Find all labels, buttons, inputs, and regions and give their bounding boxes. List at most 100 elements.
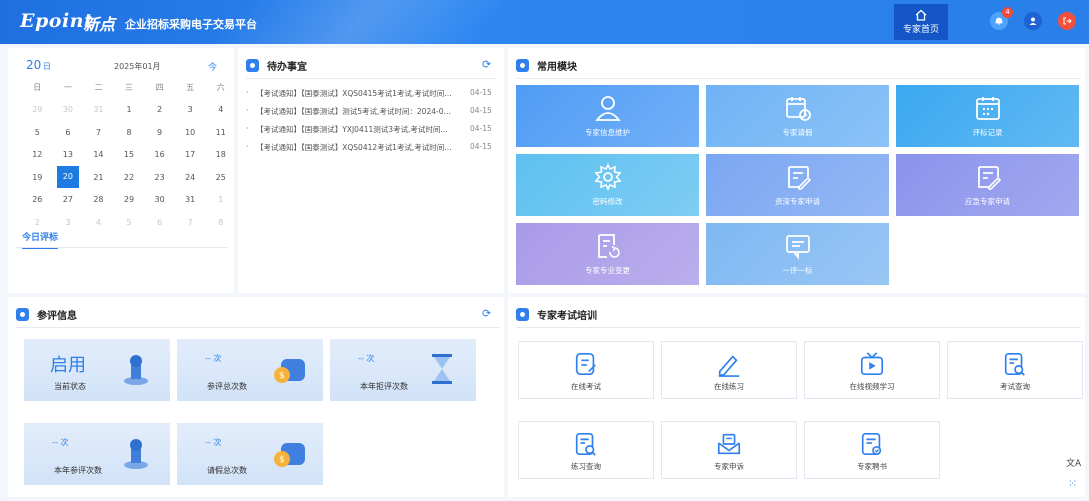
- training-card[interactable]: 在线视频学习: [804, 341, 940, 399]
- calendar-day[interactable]: 28: [83, 195, 114, 204]
- calendar-day[interactable]: 30: [53, 105, 84, 114]
- calendar-day[interactable]: 16: [144, 150, 175, 159]
- todo-item-date: 04-15: [470, 88, 492, 97]
- todo-title: 待办事宜: [267, 62, 307, 73]
- calendar-day[interactable]: 1: [114, 105, 145, 114]
- training-card-label: 在线练习: [714, 382, 744, 391]
- calendar-day[interactable]: 9: [144, 128, 175, 137]
- module-tile[interactable]: 专家请假: [706, 85, 889, 147]
- calendar-day[interactable]: 5: [114, 218, 145, 227]
- calendar-day[interactable]: 3: [53, 218, 84, 227]
- calendar-day[interactable]: 21: [83, 173, 114, 182]
- calendar-day[interactable]: 3: [175, 105, 206, 114]
- training-card-label: 在线考试: [571, 382, 601, 391]
- panel-icon: [516, 59, 529, 72]
- calendar-day[interactable]: 31: [175, 195, 206, 204]
- calendar-day[interactable]: 1: [205, 195, 236, 204]
- calendar-day[interactable]: 6: [53, 128, 84, 137]
- calendar-day[interactable]: 29: [114, 195, 145, 204]
- training-card[interactable]: 在线考试: [518, 341, 654, 399]
- review-stat-card[interactable]: -- 次本年拒评次数: [330, 339, 476, 401]
- notification-badge: 4: [1002, 7, 1013, 18]
- weekday-label: 二: [94, 82, 103, 92]
- training-card[interactable]: 专家聘书: [804, 421, 940, 479]
- expert-home-button[interactable]: 专家首页: [894, 4, 948, 40]
- module-tile[interactable]: 一评一标: [706, 223, 889, 285]
- coin-wallet-icon: $: [274, 359, 305, 383]
- module-tile[interactable]: 评标记录: [896, 85, 1079, 147]
- edit-doc-icon: [787, 166, 811, 190]
- calendar-day[interactable]: 2: [144, 105, 175, 114]
- calendar-day[interactable]: 15: [114, 150, 145, 159]
- grid-dots-icon[interactable]: ⁙: [1068, 478, 1080, 490]
- weekday-label: 三: [125, 82, 134, 92]
- todo-item-text[interactable]: 【考试通知】【国泰测试】YXJ0411测试3考试,考试时间…: [256, 124, 448, 135]
- calendar-day[interactable]: 19: [22, 173, 53, 182]
- today-button[interactable]: 今: [208, 60, 217, 73]
- panel-icon: [16, 308, 29, 321]
- calendar-day[interactable]: 13: [53, 150, 84, 159]
- module-tile[interactable]: 密码修改: [516, 154, 699, 216]
- calendar-day[interactable]: 8: [114, 128, 145, 137]
- module-tile[interactable]: 专家信息维护: [516, 85, 699, 147]
- user-button[interactable]: [1024, 12, 1042, 30]
- calendar-day[interactable]: 27: [53, 195, 84, 204]
- calendar-day[interactable]: 12: [22, 150, 53, 159]
- calendar-day[interactable]: 7: [175, 218, 206, 227]
- calendar-day[interactable]: 4: [205, 105, 236, 114]
- calendar-day[interactable]: 8: [205, 218, 236, 227]
- review-stat-card[interactable]: -- 次请假总次数 $: [177, 423, 323, 485]
- training-card[interactable]: 专家申诉: [661, 421, 797, 479]
- calendar-day[interactable]: 23: [144, 173, 175, 182]
- logout-button[interactable]: [1058, 12, 1076, 30]
- review-stat-card[interactable]: -- 次本年参评次数: [24, 423, 170, 485]
- calendar-day[interactable]: 2: [22, 218, 53, 227]
- calendar-week-row: 29 30 31 1 2 3 4: [22, 99, 236, 122]
- calendar-day[interactable]: 29: [22, 105, 53, 114]
- calendar-day[interactable]: 31: [83, 105, 114, 114]
- calendar-day[interactable]: 18: [205, 150, 236, 159]
- calendar-day-selected[interactable]: 20: [53, 166, 84, 189]
- certificate-icon: [861, 432, 882, 456]
- calendar-day[interactable]: 10: [175, 128, 206, 137]
- review-stat-card[interactable]: 启用 当前状态: [24, 339, 170, 401]
- calendar-day[interactable]: 17: [175, 150, 206, 159]
- module-tile-label: 专家请假: [782, 128, 813, 137]
- training-card[interactable]: 在线练习: [661, 341, 797, 399]
- calendar-day[interactable]: 7: [83, 128, 114, 137]
- calendar-day-unit: 日: [43, 62, 51, 71]
- video-icon: [860, 352, 884, 376]
- translate-button[interactable]: 文A: [1066, 456, 1081, 469]
- notification-button[interactable]: 4: [990, 7, 1013, 30]
- calendar-grid: 日一二三四五六 29 30 31 1 2 3 4 5 6 7 8 9 10 11 12 13 14 15 16 17 18…: [22, 76, 236, 234]
- calendar-day[interactable]: 4: [83, 218, 114, 227]
- module-tile[interactable]: 资深专家申请: [706, 154, 889, 216]
- calendar-day[interactable]: 26: [22, 195, 53, 204]
- todo-item-text[interactable]: 【考试通知】【国泰测试】测试5考试,考试时间：2024-0…: [256, 106, 451, 117]
- calendar-clock-icon: [785, 97, 811, 121]
- module-tile-label: 应急专家申请: [965, 197, 1010, 206]
- module-tile[interactable]: 应急专家申请: [896, 154, 1079, 216]
- todo-item-text[interactable]: 【考试通知】【国泰测试】XQS0412考试1考试,考试时间…: [256, 142, 452, 153]
- svg-text:$: $: [279, 371, 285, 381]
- todo-item-text[interactable]: 【考试通知】【国泰测试】XQS0415考试1考试,考试时间…: [256, 88, 452, 99]
- refresh-icon[interactable]: ⟳: [482, 58, 491, 71]
- calendar-day[interactable]: 14: [83, 150, 114, 159]
- module-tile[interactable]: 专家专业变更: [516, 223, 699, 285]
- refresh-icon[interactable]: ⟳: [482, 307, 491, 320]
- calendar-day[interactable]: 25: [205, 173, 236, 182]
- module-tile-label: 评标记录: [972, 128, 1003, 137]
- calendar-day[interactable]: 5: [22, 128, 53, 137]
- stat-value: -- 次: [358, 354, 375, 363]
- training-card[interactable]: 考试查询: [947, 341, 1083, 399]
- training-card[interactable]: 练习查询: [518, 421, 654, 479]
- calendar-day[interactable]: 11: [205, 128, 236, 137]
- calendar-day[interactable]: 30: [144, 195, 175, 204]
- review-stat-card[interactable]: -- 次参评总次数 $: [177, 339, 323, 401]
- calendar-day[interactable]: 24: [175, 173, 206, 182]
- calendar-day[interactable]: 6: [144, 218, 175, 227]
- calendar-day: 20: [26, 58, 42, 72]
- pen-icon: [718, 355, 740, 377]
- calendar-month[interactable]: 2025年01月: [114, 61, 161, 72]
- calendar-day[interactable]: 22: [114, 173, 145, 182]
